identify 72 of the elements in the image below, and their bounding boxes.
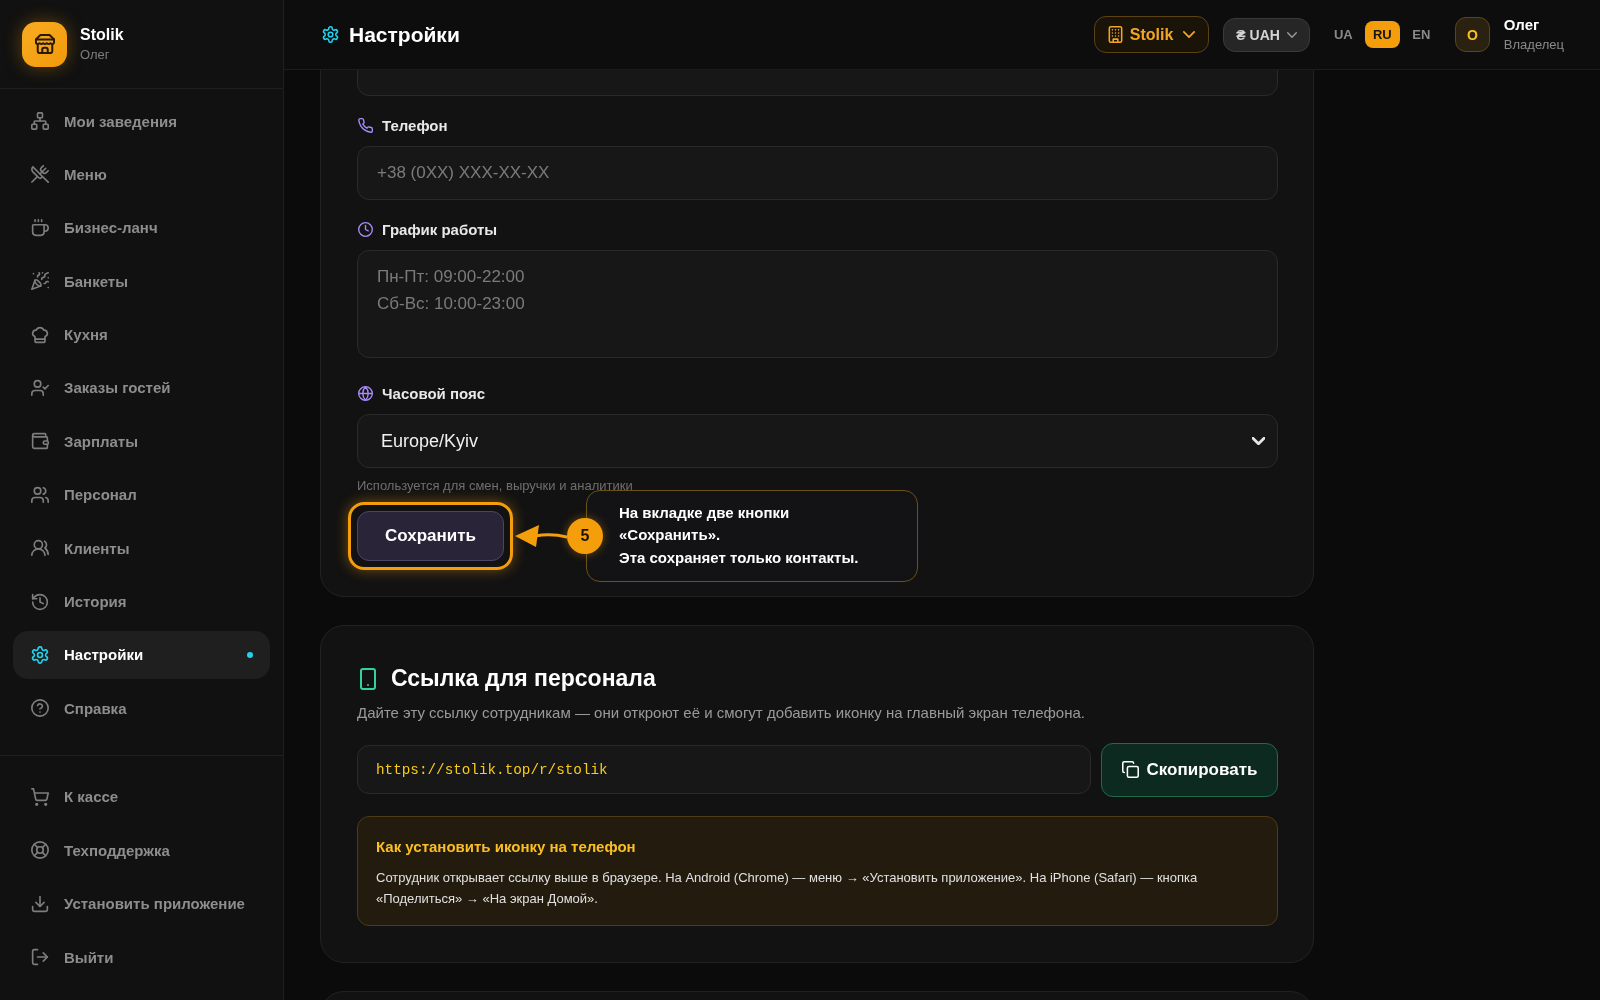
sidebar-item[interactable]: Клиенты xyxy=(13,524,270,573)
sidebar-item[interactable]: Банкеты xyxy=(13,257,270,306)
sidebar-item[interactable]: Зарплаты xyxy=(13,417,270,466)
language-option[interactable]: UA xyxy=(1325,21,1361,48)
store-icon xyxy=(22,21,67,67)
cart-icon xyxy=(31,787,49,806)
chef-hat-icon xyxy=(31,325,49,344)
sidebar-item[interactable]: Установить приложение xyxy=(13,879,270,928)
tooltip-text: На вкладке две кнопки «Сохранить». Эта сохраняет только контакты. xyxy=(619,502,859,568)
brand-name: Stolik xyxy=(80,25,124,44)
help-icon xyxy=(31,699,49,718)
field-label: Телефон xyxy=(382,117,448,134)
user-check-icon xyxy=(31,378,49,397)
language-option[interactable]: RU xyxy=(1364,21,1400,48)
lifebuoy-icon xyxy=(31,841,49,860)
sidebar-item[interactable]: Техподдержка xyxy=(13,826,270,875)
clock-icon xyxy=(358,222,373,237)
avatar: О xyxy=(1454,17,1490,52)
sidebar-item[interactable]: Меню xyxy=(13,150,270,199)
smartphone-icon xyxy=(360,667,376,690)
info-title: Как установить иконку на телефон xyxy=(376,836,637,857)
settings-icon xyxy=(31,645,49,664)
copy-button[interactable]: Скопировать xyxy=(1101,742,1278,797)
chevron-down-icon xyxy=(1183,31,1196,38)
save-button[interactable]: Сохранить xyxy=(357,510,504,561)
history-icon xyxy=(31,592,49,611)
currency-button[interactable]: ₴ UAH xyxy=(1223,17,1310,52)
copy-icon xyxy=(1121,761,1139,778)
sidebar-item[interactable]: Выйти xyxy=(13,933,270,981)
settings-icon xyxy=(322,26,339,43)
dropdown[interactable]: Europe/Kyiv xyxy=(357,414,1278,468)
section-title: Ссылка для персонала xyxy=(391,665,656,692)
textarea-field[interactable]: Пн-Пт: 09:00-22:00 Сб-Вс: 10:00-23:00 xyxy=(357,250,1278,358)
step-number: 5 xyxy=(567,517,603,554)
sidebar-item[interactable]: Кухня xyxy=(13,310,270,359)
hint-text: Используется для смен, выручки и аналитики xyxy=(357,478,634,494)
venue-button[interactable]: Stolik xyxy=(1093,16,1210,53)
users-icon xyxy=(31,485,49,504)
sidebar-item[interactable]: К кассе xyxy=(13,772,270,821)
globe-icon xyxy=(358,386,373,401)
party-popper-icon xyxy=(31,272,49,291)
download-icon xyxy=(31,894,49,913)
crossed-utensils-icon xyxy=(31,165,49,184)
field-label: Часовой пояс xyxy=(382,385,486,402)
field-label: График работы xyxy=(382,221,498,238)
building-icon xyxy=(1107,26,1123,43)
user-group-icon xyxy=(31,539,49,558)
sidebar-item[interactable]: Справка xyxy=(13,684,270,733)
brand-user: Олег xyxy=(80,47,111,63)
sidebar-item[interactable]: Настройки xyxy=(13,630,270,679)
user-name: Олег xyxy=(1503,16,1541,34)
arrow-icon xyxy=(515,523,567,548)
wallet-icon xyxy=(31,432,49,451)
sidebar-item[interactable]: Бизнес-ланч xyxy=(13,203,270,252)
input-field[interactable]: +38 (0XX) XXX-XX-XX xyxy=(357,146,1278,200)
coffee-cup-icon xyxy=(31,218,49,237)
sidebar-item[interactable]: Персонал xyxy=(13,470,270,519)
section-description: Дайте эту ссылку сотрудникам — они откроют её и смогут добавить иконку на главный экран телефона. xyxy=(357,702,1086,723)
chevron-down-icon xyxy=(1252,437,1265,445)
logout-icon xyxy=(31,948,49,966)
sidebar-item[interactable]: Заказы гостей xyxy=(13,363,270,412)
active-dot-icon xyxy=(247,651,253,658)
sidebar-item[interactable]: Мои заведения xyxy=(13,97,270,145)
page-title: Настройки xyxy=(349,22,460,47)
network-icon xyxy=(31,112,49,130)
sidebar-item[interactable]: История xyxy=(13,577,270,626)
phone-icon xyxy=(358,118,373,133)
chevron-down-icon xyxy=(1286,31,1297,38)
language-option[interactable]: EN xyxy=(1403,21,1439,48)
user-role: Владелец xyxy=(1503,37,1564,53)
link-field[interactable]: https://stolik.top/r/stolik xyxy=(357,745,1091,794)
info-text: Сотрудник открывает ссылку выше в браузере. На Android (Chrome) — меню → «Установить приложение». На iPhone (Safari) — кнопка «Поделиться» → «На экран Домой». xyxy=(376,868,1199,908)
